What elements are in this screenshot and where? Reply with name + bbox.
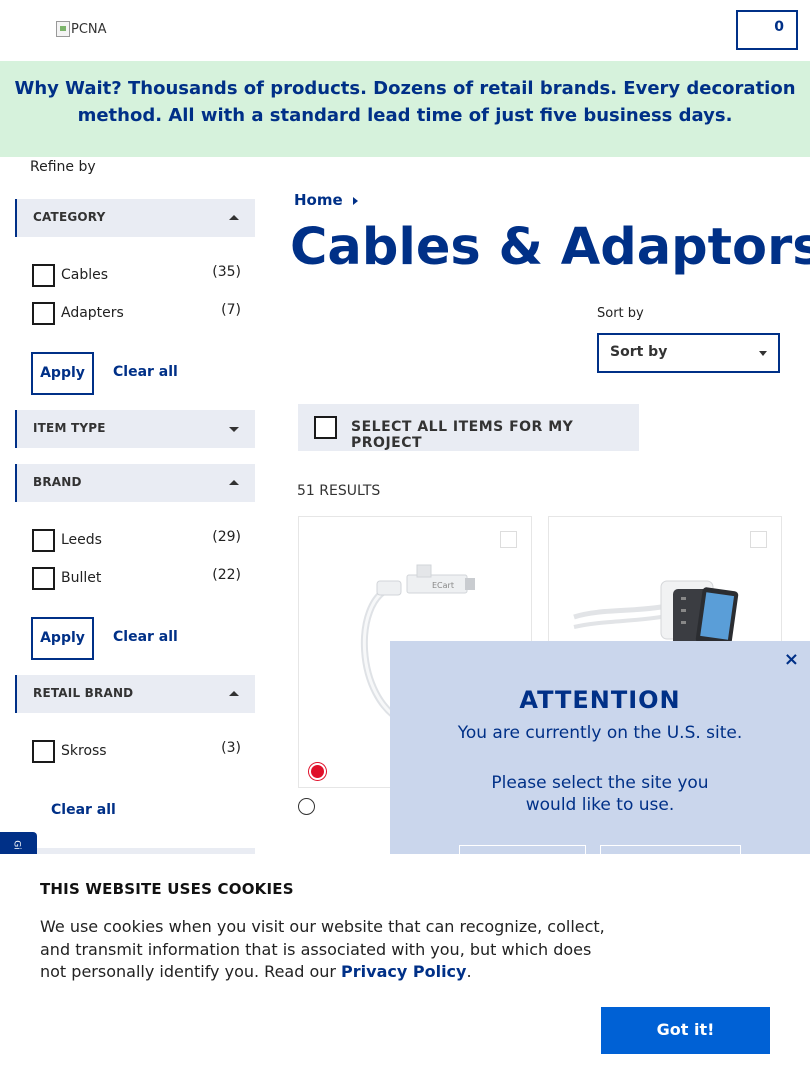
attention-instruction: Please select the site you would like to… <box>390 772 810 816</box>
chevron-up-icon <box>229 480 239 485</box>
breadcrumb-home[interactable]: Home <box>294 191 343 209</box>
refine-label: Refine by <box>30 159 96 175</box>
broken-image-icon <box>56 21 70 37</box>
site-header: PCNA 0 <box>0 0 810 61</box>
facet-title: CATEGORY <box>33 210 106 224</box>
sort-select[interactable]: Sort by <box>597 333 780 373</box>
clear-category-link[interactable]: Clear all <box>113 364 178 380</box>
sort-value: Sort by <box>610 344 668 360</box>
logo-alt-text: PCNA <box>71 21 107 37</box>
cookie-title: THIS WEBSITE USES COOKIES <box>40 880 294 898</box>
filter-option-adapters[interactable]: Adapters (7) <box>31 302 241 326</box>
checkbox[interactable] <box>32 740 55 763</box>
attention-line: Please select the site you <box>491 773 709 793</box>
attention-line: would like to use. <box>525 795 675 815</box>
close-icon[interactable]: × <box>784 649 799 670</box>
privacy-policy-link[interactable]: Privacy Policy <box>341 962 466 981</box>
promo-banner: Why Wait? Thousands of products. Dozens … <box>0 61 810 157</box>
chevron-up-icon <box>229 215 239 220</box>
apply-category-button[interactable]: Apply <box>31 352 94 395</box>
filter-option-leeds[interactable]: Leeds (29) <box>31 529 241 553</box>
clear-retail-brand-link[interactable]: Clear all <box>51 802 116 818</box>
facet-item-type[interactable]: ITEM TYPE <box>15 410 255 448</box>
checkbox[interactable] <box>32 302 55 325</box>
chevron-up-icon <box>229 691 239 696</box>
option-count: (29) <box>212 529 241 545</box>
facet-title: RETAIL BRAND <box>33 686 134 700</box>
cart-button[interactable]: 0 <box>736 10 798 50</box>
select-all-label: SELECT ALL ITEMS FOR MY PROJECT <box>351 419 574 451</box>
sort-label: Sort by <box>597 306 644 321</box>
color-swatch[interactable] <box>309 763 326 780</box>
option-count: (35) <box>212 264 241 280</box>
facet-retail-brand[interactable]: RETAIL BRAND <box>15 675 255 713</box>
facet-category[interactable]: CATEGORY <box>15 199 255 237</box>
page-title: Cables & Adaptors <box>290 218 810 277</box>
option-count: (3) <box>221 740 241 756</box>
option-label: Bullet <box>61 570 102 586</box>
attention-heading: ATTENTION <box>519 686 681 714</box>
select-all-bar[interactable]: SELECT ALL ITEMS FOR MY PROJECT <box>298 404 639 451</box>
site-selector-modal: × ATTENTION You are currently on the U.S… <box>390 641 810 871</box>
facet-brand[interactable]: BRAND <box>15 464 255 502</box>
clear-brand-link[interactable]: Clear all <box>113 629 178 645</box>
apply-brand-button[interactable]: Apply <box>31 617 94 660</box>
option-label: Leeds <box>61 532 102 548</box>
feedback-tab-label: Gi <box>11 840 22 850</box>
results-count: 51 RESULTS <box>297 483 381 499</box>
option-label: Skross <box>61 743 107 759</box>
option-count: (7) <box>221 302 241 318</box>
filter-option-skross[interactable]: Skross (3) <box>31 740 241 764</box>
facet-title: BRAND <box>33 475 82 489</box>
cart-count: 0 <box>774 19 784 35</box>
cookie-banner: THIS WEBSITE USES COOKIES We use cookies… <box>0 854 810 1080</box>
promo-text: Why Wait? Thousands of products. Dozens … <box>14 78 796 126</box>
chevron-down-icon <box>229 427 239 432</box>
facet-title: ITEM TYPE <box>33 421 106 435</box>
option-label: Adapters <box>61 305 124 321</box>
option-count: (22) <box>212 567 241 583</box>
svg-text:ECart: ECart <box>432 581 454 590</box>
chevron-down-icon <box>759 351 767 356</box>
checkbox[interactable] <box>32 529 55 552</box>
product-compare-radio[interactable] <box>298 798 315 815</box>
option-label: Cables <box>61 267 109 283</box>
logo[interactable]: PCNA <box>56 21 107 37</box>
checkbox[interactable] <box>32 264 55 287</box>
cookie-body: We use cookies when you visit our websit… <box>40 917 605 981</box>
attention-message: You are currently on the U.S. site. <box>457 723 743 743</box>
cookie-text: We use cookies when you visit our websit… <box>40 916 620 984</box>
select-all-checkbox[interactable] <box>314 416 337 439</box>
got-it-button[interactable]: Got it! <box>601 1007 770 1054</box>
checkbox[interactable] <box>32 567 55 590</box>
cookie-period: . <box>466 962 472 981</box>
filter-option-bullet[interactable]: Bullet (22) <box>31 567 241 591</box>
chevron-right-icon <box>352 197 358 205</box>
filter-option-cables[interactable]: Cables (35) <box>31 264 241 288</box>
breadcrumb[interactable]: Home <box>294 191 358 209</box>
